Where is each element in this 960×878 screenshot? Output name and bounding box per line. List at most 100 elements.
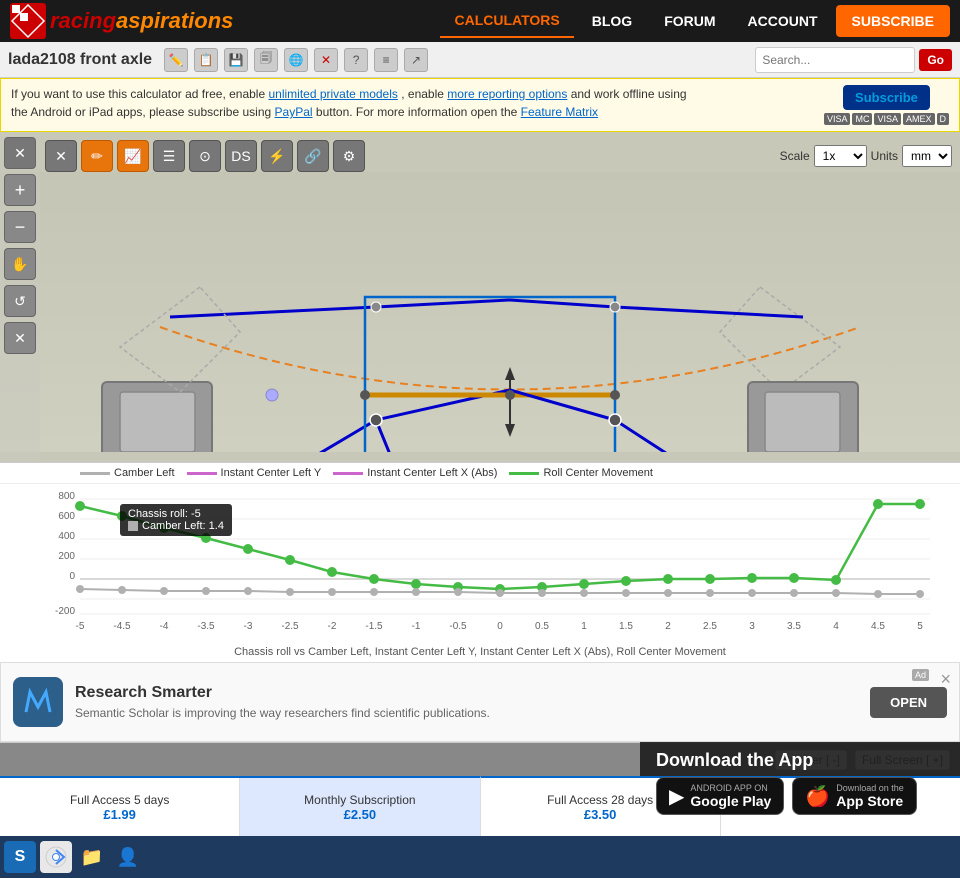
ad-title: Research Smarter (75, 684, 858, 702)
wheel-btn[interactable]: ⊙ (189, 140, 221, 172)
damper-btn[interactable]: ⚡ (261, 140, 293, 172)
chart-title: Chassis roll vs Camber Left, Instant Cen… (0, 644, 960, 660)
rotate-tool[interactable]: ↺ (4, 285, 36, 317)
direct-card: D (937, 113, 950, 125)
sub-tab-monthly[interactable]: Monthly Subscription £2.50 (240, 776, 480, 836)
ad-description: Semantic Scholar is improving the way re… (75, 706, 858, 720)
google-play-button[interactable]: ▶ ANDROID APP ON Google Play (656, 777, 784, 815)
sub-tab-5days[interactable]: Full Access 5 days £1.99 (0, 778, 240, 836)
scale-select[interactable]: 1x2x0.5x (814, 145, 867, 167)
amex-card: AMEX (903, 113, 935, 125)
ad-logo-icon (18, 682, 58, 722)
app-store-button[interactable]: 🍎 Download on the App Store (792, 777, 916, 815)
list-icon[interactable]: ≡ (374, 48, 398, 72)
svg-text:-2.5: -2.5 (281, 621, 299, 632)
svg-text:4.5: 4.5 (871, 621, 885, 632)
legend-roll-center: Roll Center Movement (509, 467, 652, 479)
mc-card: MC (852, 113, 872, 125)
copy2-icon[interactable]: 🗐 (254, 48, 278, 72)
taskbar-icon-user[interactable]: 👤 (112, 841, 144, 873)
help-icon[interactable]: ? (344, 48, 368, 72)
settings-tool[interactable]: ✕ (4, 322, 36, 354)
app-store-buttons: ▶ ANDROID APP ON Google Play 🍎 Download … (656, 777, 944, 815)
paypal-link[interactable]: PayPal (275, 105, 313, 119)
svg-text:-1.5: -1.5 (365, 621, 383, 632)
svg-text:0.5: 0.5 (535, 621, 549, 632)
gear-btn[interactable]: ⚙ (333, 140, 365, 172)
select-btn[interactable]: ✕ (45, 140, 77, 172)
app-download-title: Download the App (656, 750, 944, 771)
spring-btn[interactable]: DS (225, 140, 257, 172)
info-text4: button. For more information open the (316, 105, 521, 119)
line-btn[interactable]: 📈 (117, 140, 149, 172)
ad-close-icon[interactable]: × (940, 669, 951, 690)
chart-legend: Camber Left Instant Center Left Y Instan… (0, 463, 960, 484)
search-go-button[interactable]: Go (919, 49, 952, 71)
edit-icon[interactable]: ✏️ (164, 48, 188, 72)
svg-text:800: 800 (58, 491, 75, 502)
logo: racingaspirations (10, 3, 233, 39)
apple-icon: 🍎 (805, 784, 830, 809)
suspension-diagram (0, 172, 960, 452)
logo-racing: racing (50, 8, 116, 34)
bottom-row: Smaller [ -] Full Screen [ +] Download t… (0, 742, 960, 776)
ad-badge: Ad (912, 669, 929, 681)
close-icon[interactable]: ✕ (314, 48, 338, 72)
nav-forum[interactable]: FORUM (650, 5, 729, 37)
page-title: lada2108 front axle (8, 51, 152, 69)
svg-text:-5: -5 (76, 621, 85, 632)
unlimited-models-link[interactable]: unlimited private models (268, 87, 397, 101)
sub-tab-28days-label: Full Access 28 days (547, 793, 653, 807)
subscribe-paypal-area: Subscribe VISA MC VISA AMEX D (824, 85, 949, 125)
sub-tab-5days-price: £1.99 (103, 807, 136, 822)
legend-roll-center-line (509, 472, 539, 475)
sub-tab-monthly-label: Monthly Subscription (304, 793, 415, 807)
zoom-out-tool[interactable]: − (4, 211, 36, 243)
taskbar-icon-s[interactable]: S (4, 841, 36, 873)
legend-ic-y-label: Instant Center Left Y (221, 467, 322, 479)
payment-cards: VISA MC VISA AMEX D (824, 113, 949, 125)
nav-calculators[interactable]: CALCULATORS (440, 4, 573, 38)
select-tool[interactable]: ✕ (4, 137, 36, 169)
units-label: Units (871, 149, 898, 163)
link-btn[interactable]: 🔗 (297, 140, 329, 172)
svg-text:600: 600 (58, 511, 75, 522)
search-input[interactable] (755, 47, 915, 73)
legend-camber-label: Camber Left (114, 467, 175, 479)
svg-text:2.5: 2.5 (703, 621, 717, 632)
legend-ic-x-label: Instant Center Left X (Abs) (367, 467, 497, 479)
android-icon: ▶ (669, 784, 684, 809)
scale-label: Scale (780, 149, 810, 163)
save-icon[interactable]: 💾 (224, 48, 248, 72)
taskbar-icon-folder[interactable]: 📁 (76, 841, 108, 873)
subscribe-paypal-button[interactable]: Subscribe (843, 85, 930, 110)
legend-ic-x: Instant Center Left X (Abs) (333, 467, 497, 479)
chart-svg-container: Chassis roll: -5 Camber Left: 1.4 800 60… (0, 484, 960, 644)
nav-blog[interactable]: BLOG (578, 5, 646, 37)
pencil-btn[interactable]: ✏ (81, 140, 113, 172)
tooltip-label1: Chassis roll: -5 (128, 508, 201, 520)
ad-open-button[interactable]: OPEN (870, 687, 947, 718)
feature-matrix-link[interactable]: Feature Matrix (521, 105, 598, 119)
visa2-card: VISA (874, 113, 901, 125)
legend-camber-line (80, 472, 110, 475)
reporting-options-link[interactable]: more reporting options (447, 87, 567, 101)
copy-icon[interactable]: 📋 (194, 48, 218, 72)
nav-account[interactable]: ACCOUNT (734, 5, 832, 37)
header: racingaspirations CALCULATORS BLOG FORUM… (0, 0, 960, 42)
taskbar-icon-chrome[interactable] (40, 841, 72, 873)
visa-card: VISA (824, 113, 851, 125)
svg-text:200: 200 (58, 551, 75, 562)
globe-icon[interactable]: 🌐 (284, 48, 308, 72)
bottom-controls: Smaller [ -] Full Screen [ +] Download t… (0, 742, 960, 776)
svg-text:-3: -3 (244, 621, 253, 632)
nav-subscribe[interactable]: SUBSCRIBE (836, 5, 950, 37)
hand-btn[interactable]: ☰ (153, 140, 185, 172)
pan-tool[interactable]: ✋ (4, 248, 36, 280)
expand-icon[interactable]: ↗ (404, 48, 428, 72)
chrome-icon (45, 846, 67, 868)
units-select[interactable]: mmin (902, 145, 952, 167)
canvas-toolbar: ✕ ✏ 📈 ☰ ⊙ DS ⚡ 🔗 ⚙ Scale 1x2x0.5x Units … (45, 137, 960, 175)
zoom-in-tool[interactable]: + (4, 174, 36, 206)
svg-text:3: 3 (749, 621, 755, 632)
